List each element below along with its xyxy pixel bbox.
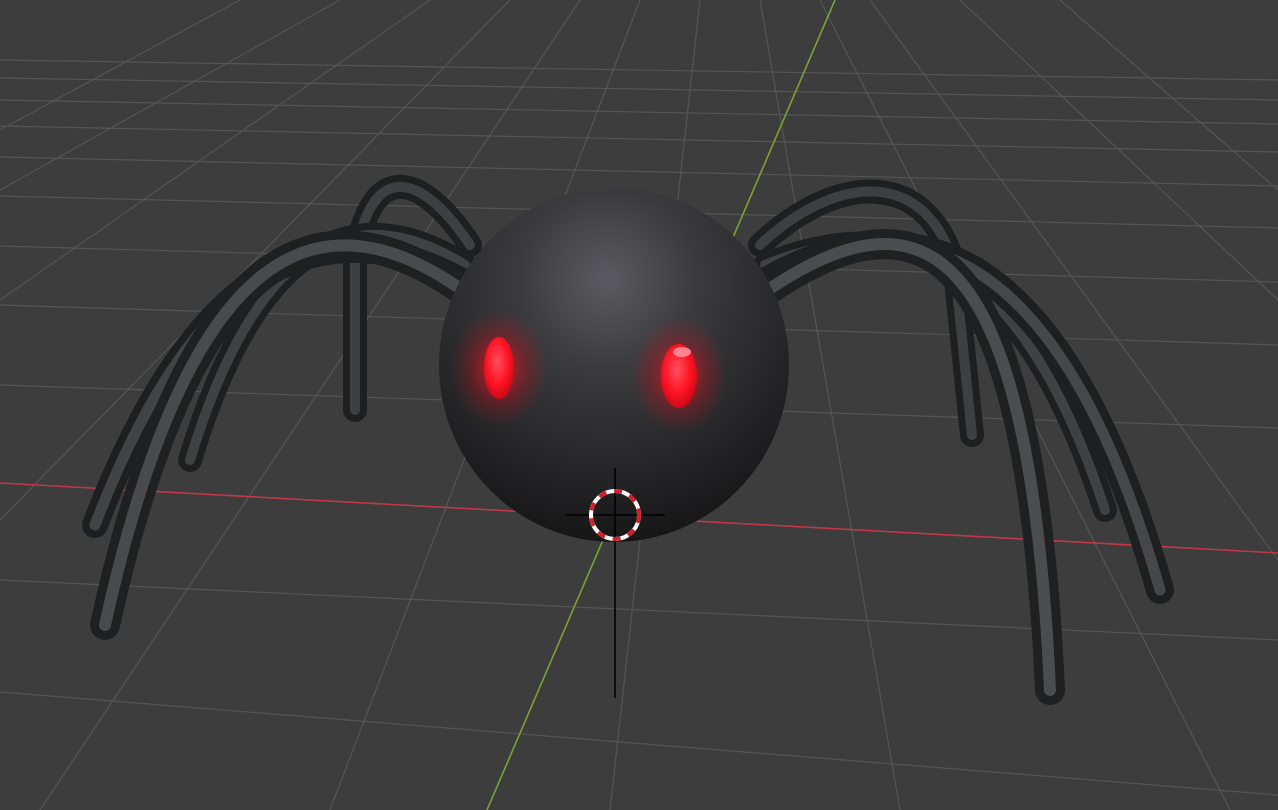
spider-legs-left[interactable] <box>82 174 482 640</box>
left-eye[interactable] <box>484 337 514 399</box>
spider-legs-right[interactable] <box>748 179 1174 705</box>
viewport-scene[interactable] <box>0 0 1278 810</box>
3d-viewport[interactable] <box>0 0 1278 810</box>
